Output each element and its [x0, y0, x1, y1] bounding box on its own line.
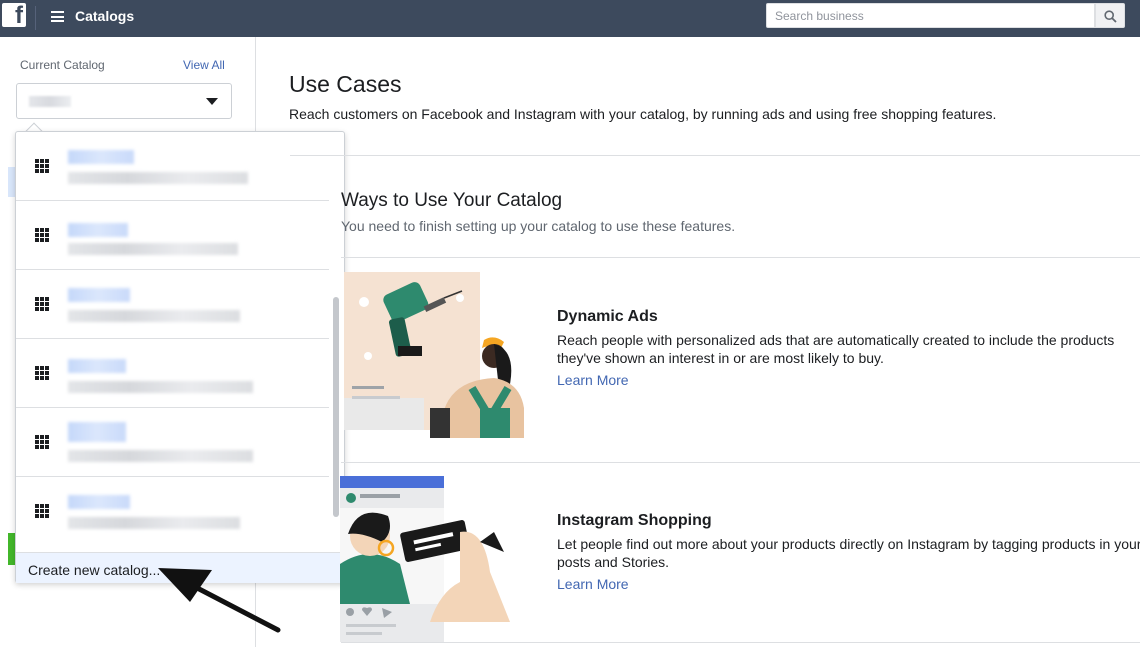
instagram-shopping-title: Instagram Shopping — [557, 512, 712, 529]
ways-to-use-description: You need to finish setting up your catal… — [341, 218, 736, 234]
instagram-shopping-illustration — [340, 476, 510, 642]
divider — [341, 462, 1140, 463]
catalog-option-detail-redacted — [68, 450, 253, 462]
catalog-option[interactable] — [16, 201, 329, 270]
catalog-option-name-redacted — [68, 288, 130, 302]
catalog-option-name-redacted — [68, 223, 128, 237]
dropdown-scrollbar[interactable] — [333, 297, 339, 517]
grid-icon — [35, 435, 49, 449]
catalog-option-detail-redacted — [68, 310, 240, 322]
grid-icon — [35, 366, 49, 380]
instagram-shopping-description: Let people find out more about your prod… — [557, 536, 1140, 570]
catalog-option[interactable] — [16, 270, 329, 339]
grid-icon — [35, 504, 49, 518]
grid-icon — [35, 297, 49, 311]
catalog-option-name-redacted — [68, 150, 134, 164]
divider — [35, 6, 36, 30]
catalog-option[interactable] — [16, 408, 329, 477]
catalog-option-detail-redacted — [68, 517, 240, 529]
search-icon — [1104, 10, 1117, 23]
use-cases-title: Use Cases — [289, 71, 402, 97]
create-new-catalog-label: Create new catalog... — [28, 562, 161, 578]
catalog-option[interactable] — [16, 132, 329, 201]
divider — [341, 642, 1140, 643]
instagram-shopping-learn-more-link[interactable]: Learn More — [557, 576, 629, 592]
catalog-option-detail-redacted — [68, 243, 238, 255]
current-catalog-label: Current Catalog — [20, 58, 105, 72]
divider — [290, 155, 1140, 156]
page-title: Catalogs — [75, 8, 135, 24]
catalog-name-redacted — [29, 96, 71, 107]
hamburger-menu-icon[interactable] — [51, 11, 64, 22]
catalog-option[interactable] — [16, 477, 329, 546]
catalog-dropdown: Create new catalog... — [15, 131, 345, 583]
catalog-option-detail-redacted — [68, 172, 248, 184]
catalog-selector[interactable] — [16, 83, 232, 119]
dynamic-ads-learn-more-link[interactable]: Learn More — [557, 372, 629, 388]
grid-icon — [35, 228, 49, 242]
catalog-option[interactable] — [16, 339, 329, 408]
annotation-arrow-icon — [158, 568, 281, 633]
facebook-logo[interactable]: f — [2, 2, 26, 29]
use-cases-description: Reach customers on Facebook and Instagra… — [289, 106, 997, 122]
dynamic-ads-illustration — [344, 272, 524, 438]
dynamic-ads-description: Reach people with personalized ads that … — [557, 332, 1115, 366]
catalog-option-detail-redacted — [68, 381, 253, 393]
ways-to-use-title: Ways to Use Your Catalog — [341, 190, 563, 211]
sidebar-green-button-edge[interactable] — [8, 533, 15, 565]
catalog-option-name-redacted — [68, 495, 130, 509]
view-all-link[interactable]: View All — [183, 58, 225, 72]
catalog-option-name-redacted — [68, 359, 126, 373]
search-button[interactable] — [1095, 3, 1125, 28]
logo-glyph: f — [15, 2, 23, 29]
search-business-input[interactable] — [766, 3, 1095, 28]
sidebar-selected-indicator — [8, 167, 15, 197]
grid-icon — [35, 159, 49, 173]
catalog-option-name-redacted — [68, 422, 126, 442]
caret-down-icon — [206, 98, 218, 105]
top-navigation-bar: f Catalogs — [0, 0, 1140, 37]
dynamic-ads-title: Dynamic Ads — [557, 308, 658, 325]
